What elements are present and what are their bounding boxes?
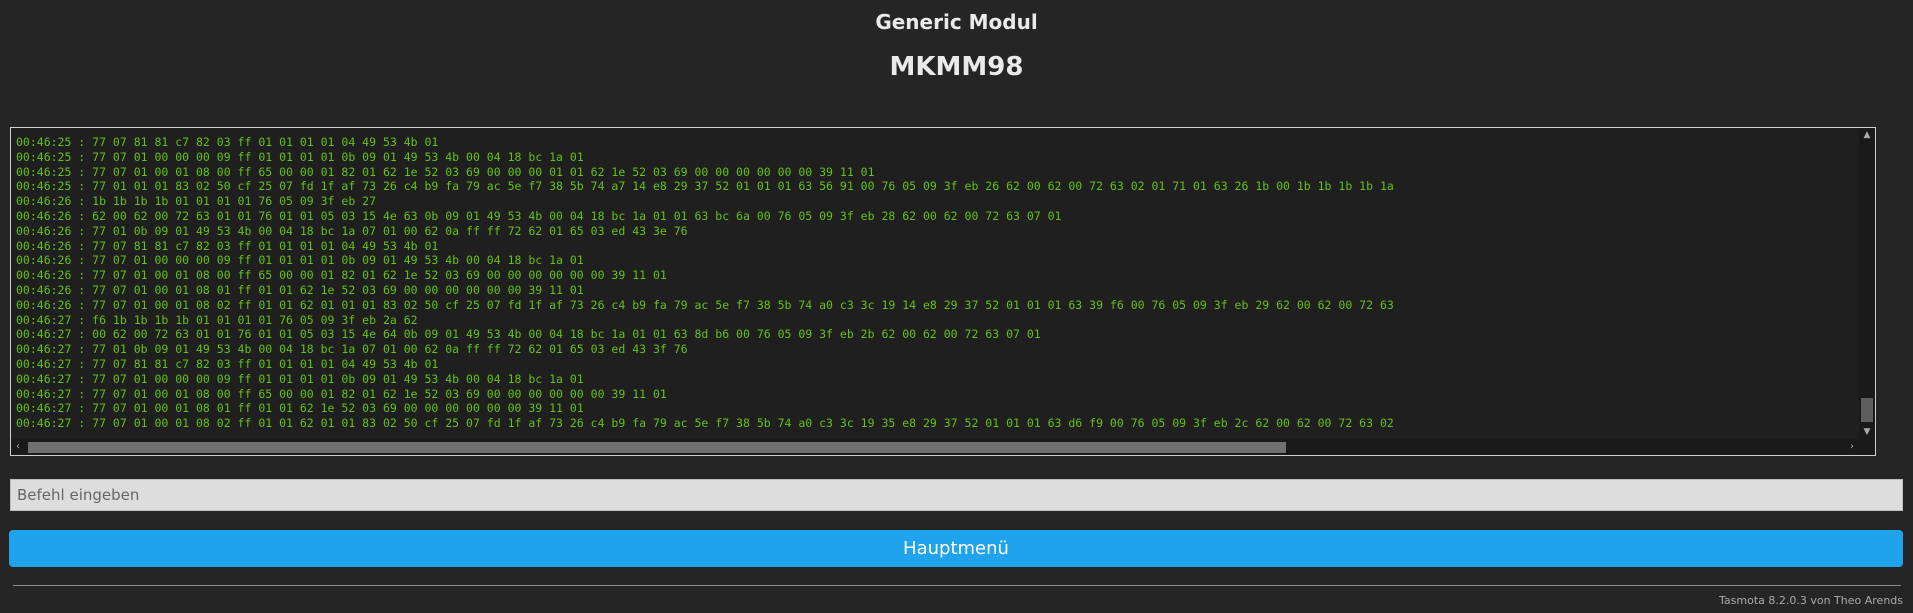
console-line: 00:46:26 : 77 07 01 00 01 08 01 ff 01 01…	[16, 282, 584, 297]
console-line: 00:46:27 : 77 07 01 00 00 00 09 ff 01 01…	[16, 371, 584, 386]
console-line: 00:46:26 : 77 07 01 00 00 00 09 ff 01 01…	[16, 253, 584, 268]
horizontal-scroll-thumb[interactable]	[28, 442, 1286, 453]
footer-version: Tasmota 8.2.0.3 von Theo Arends	[1719, 594, 1903, 607]
scrollbar-corner	[1859, 439, 1875, 455]
console-line: 00:46:27 : 77 07 01 00 01 08 00 ff 65 00…	[16, 386, 667, 401]
vertical-scroll-thumb[interactable]	[1861, 398, 1873, 422]
scroll-left-icon[interactable]: ‹	[11, 439, 25, 455]
console-line: 00:46:26 : 77 07 01 00 01 08 02 ff 01 01…	[16, 297, 1394, 312]
console-line: 00:46:25 : 77 07 01 00 01 08 00 ff 65 00…	[16, 164, 875, 179]
console-line: 00:46:26 : 77 01 0b 09 01 49 53 4b 00 04…	[16, 223, 688, 238]
console-text: 00:46:25 : 77 07 81 81 c7 82 03 ff 01 01…	[16, 135, 1858, 438]
device-name: MKMM98	[889, 52, 1024, 82]
horizontal-scrollbar[interactable]: ‹ ›	[11, 439, 1859, 455]
console-line: 00:46:27 : f6 1b 1b 1b 1b 01 01 01 01 76…	[16, 312, 418, 327]
console-log[interactable]: 00:46:25 : 77 07 81 81 c7 82 03 ff 01 01…	[10, 127, 1876, 456]
scroll-right-icon[interactable]: ›	[1845, 439, 1859, 455]
console-line: 00:46:26 : 77 07 81 81 c7 82 03 ff 01 01…	[16, 238, 439, 253]
console-line: 00:46:27 : 77 07 01 00 01 08 02 ff 01 01…	[16, 416, 1394, 431]
console-line: 00:46:27 : 00 62 00 72 63 01 01 76 01 01…	[16, 327, 1041, 342]
console-line: 00:46:26 : 1b 1b 1b 1b 01 01 01 01 76 05…	[16, 194, 377, 209]
console-line: 00:46:25 : 77 07 81 81 c7 82 03 ff 01 01…	[16, 135, 439, 149]
console-line: 00:46:27 : 77 07 81 81 c7 82 03 ff 01 01…	[16, 356, 439, 371]
module-name: Generic Modul	[875, 10, 1038, 34]
console-line: 00:46:27 : 77 01 0b 09 01 49 53 4b 00 04…	[16, 342, 688, 357]
scroll-down-icon[interactable]: ▼	[1859, 425, 1875, 439]
console-line: 00:46:25 : 77 01 01 01 83 02 50 cf 25 07…	[16, 179, 1394, 194]
console-line: 00:46:26 : 62 00 62 00 72 63 01 01 76 01…	[16, 208, 1062, 223]
main-menu-button[interactable]: Hauptmenü	[9, 530, 1903, 567]
footer-divider	[13, 585, 1901, 586]
scroll-up-icon[interactable]: ▲	[1859, 128, 1875, 142]
console-line: 00:46:26 : 77 07 01 00 01 08 00 ff 65 00…	[16, 268, 667, 283]
console-line: 00:46:25 : 77 07 01 00 00 00 09 ff 01 01…	[16, 149, 584, 164]
console-line: 00:46:27 : 77 07 01 00 01 08 01 ff 01 01…	[16, 401, 584, 416]
command-input[interactable]	[10, 479, 1903, 511]
vertical-scrollbar[interactable]: ▲ ▼	[1859, 128, 1875, 439]
